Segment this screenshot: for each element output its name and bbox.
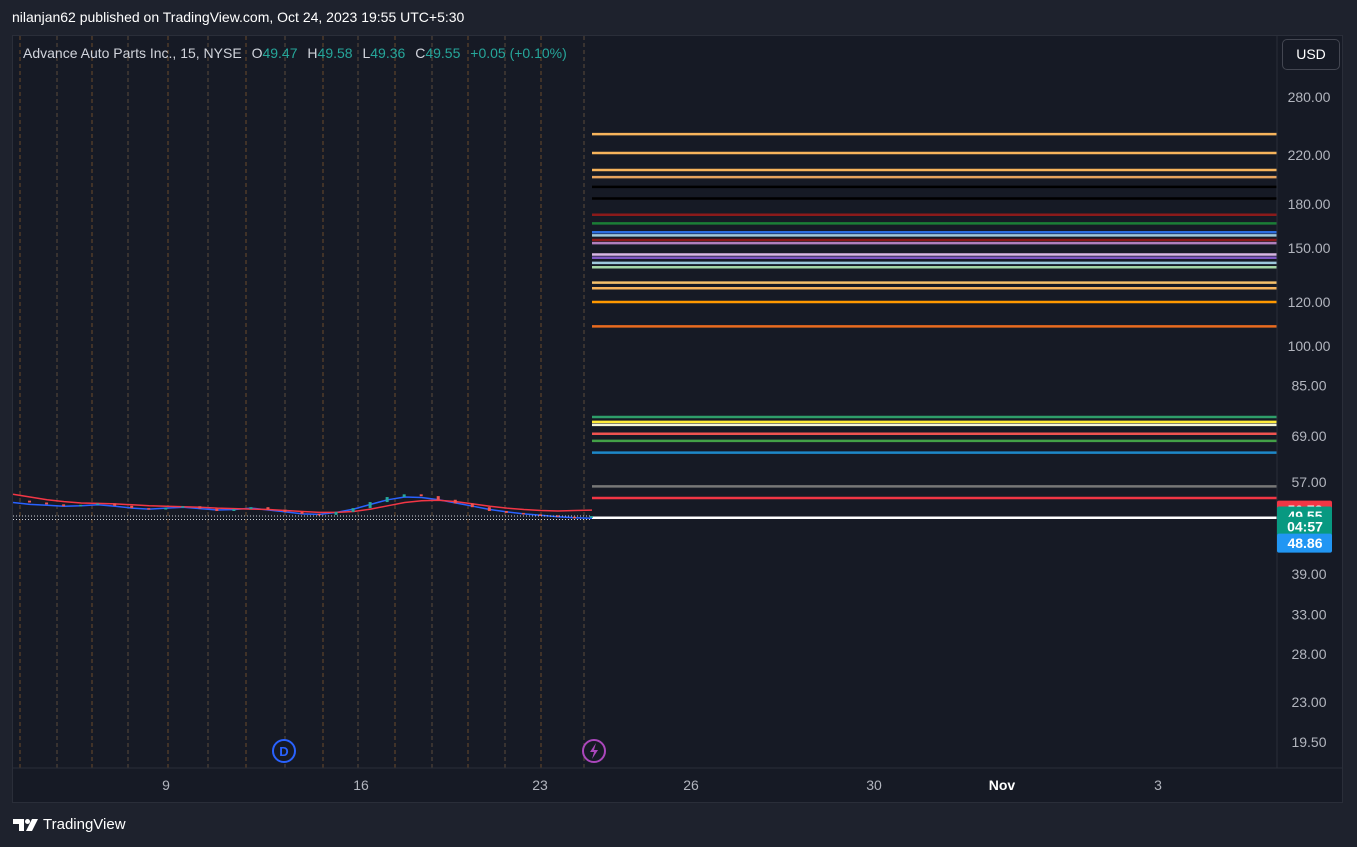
candle bbox=[572, 516, 576, 519]
price-tick-label: 28.00 bbox=[1291, 646, 1326, 662]
time-tick-label: 30 bbox=[866, 777, 882, 793]
svg-text:D: D bbox=[279, 744, 288, 759]
footer-brand-text: TradingView bbox=[43, 816, 126, 833]
candle bbox=[130, 505, 134, 509]
session-breaks bbox=[19, 36, 585, 768]
candle bbox=[385, 497, 389, 503]
price-tick-label: 23.00 bbox=[1291, 694, 1326, 710]
currency-button[interactable]: USD bbox=[1282, 39, 1340, 70]
candle bbox=[28, 500, 32, 503]
time-tick-label: 16 bbox=[353, 777, 369, 793]
price-tick-label: 100.00 bbox=[1288, 338, 1331, 354]
high-label: H bbox=[307, 45, 318, 61]
candle bbox=[147, 508, 151, 510]
price-tick-label: 57.00 bbox=[1291, 474, 1326, 490]
candle bbox=[283, 509, 287, 512]
close-label: C bbox=[415, 45, 426, 61]
candle bbox=[470, 503, 474, 508]
candle bbox=[198, 506, 202, 509]
candle bbox=[487, 507, 491, 511]
candle bbox=[266, 507, 270, 510]
candle bbox=[249, 507, 253, 510]
candle bbox=[419, 494, 423, 497]
footer-brand[interactable]: TradingView bbox=[13, 816, 126, 833]
price-tick-label: 33.00 bbox=[1291, 606, 1326, 622]
price-tick-label: 150.00 bbox=[1288, 240, 1331, 256]
price-tick-label: 69.00 bbox=[1291, 428, 1326, 444]
price-label-text: 48.86 bbox=[1287, 535, 1322, 551]
candle bbox=[590, 516, 593, 518]
time-tick-label: 23 bbox=[532, 777, 548, 793]
price-labels: 50.7849.5504:5748.86 bbox=[1277, 500, 1332, 553]
candle bbox=[96, 503, 100, 505]
candle bbox=[504, 510, 508, 513]
high-value: 49.58 bbox=[317, 45, 353, 61]
time-tick-label: 3 bbox=[1154, 777, 1162, 793]
candle bbox=[164, 507, 168, 510]
candle bbox=[453, 499, 457, 504]
price-tick-label: 280.00 bbox=[1288, 89, 1331, 105]
candle bbox=[317, 513, 321, 516]
time-axis: 9 16 23 26 30 Nov 3 bbox=[13, 767, 1343, 793]
symbol-name: Advance Auto Parts Inc., 15, NYSE bbox=[23, 45, 242, 61]
open-label: O bbox=[251, 45, 263, 61]
change-value: +0.05 (+0.10%) bbox=[470, 45, 567, 61]
earnings-icon[interactable] bbox=[582, 739, 606, 763]
price-tick-label: 180.00 bbox=[1288, 196, 1331, 212]
candle bbox=[402, 494, 406, 498]
horizontal-levels bbox=[592, 132, 1277, 520]
candle bbox=[62, 504, 66, 507]
candle bbox=[436, 496, 440, 500]
price-tick-label: 220.00 bbox=[1288, 147, 1331, 163]
tradingview-logo-icon bbox=[13, 818, 38, 831]
candle bbox=[79, 504, 83, 507]
price-tick-label: 85.00 bbox=[1291, 377, 1326, 393]
symbol-legend[interactable]: Advance Auto Parts Inc., 15, NYSE O49.47… bbox=[23, 45, 567, 61]
time-tick-label: 9 bbox=[162, 777, 170, 793]
chart-canvas[interactable]: 340.00280.00220.00180.00150.00120.00100.… bbox=[0, 0, 1357, 847]
candle bbox=[521, 512, 525, 515]
candle bbox=[368, 502, 372, 509]
candle bbox=[45, 502, 49, 505]
price-axis: 340.00280.00220.00180.00150.00120.00100.… bbox=[1276, 36, 1331, 768]
candle bbox=[215, 508, 219, 511]
candle bbox=[181, 506, 185, 508]
price-tick-label: 19.50 bbox=[1291, 734, 1326, 750]
low-value: 49.36 bbox=[370, 45, 406, 61]
candle bbox=[232, 509, 236, 511]
open-value: 49.47 bbox=[262, 45, 298, 61]
moving-average-line bbox=[12, 493, 593, 514]
candle bbox=[300, 511, 304, 514]
candle bbox=[113, 503, 117, 506]
candle bbox=[334, 511, 338, 515]
price-tick-label: 120.00 bbox=[1288, 294, 1331, 310]
price-series bbox=[12, 493, 593, 520]
dividend-icon[interactable]: D bbox=[272, 739, 296, 763]
price-label-text: 04:57 bbox=[1287, 518, 1323, 534]
close-value: 49.55 bbox=[425, 45, 461, 61]
candle bbox=[351, 508, 355, 512]
time-tick-label: Nov bbox=[989, 777, 1016, 793]
time-tick-label: 26 bbox=[683, 777, 699, 793]
price-tick-label: 39.00 bbox=[1291, 566, 1326, 582]
